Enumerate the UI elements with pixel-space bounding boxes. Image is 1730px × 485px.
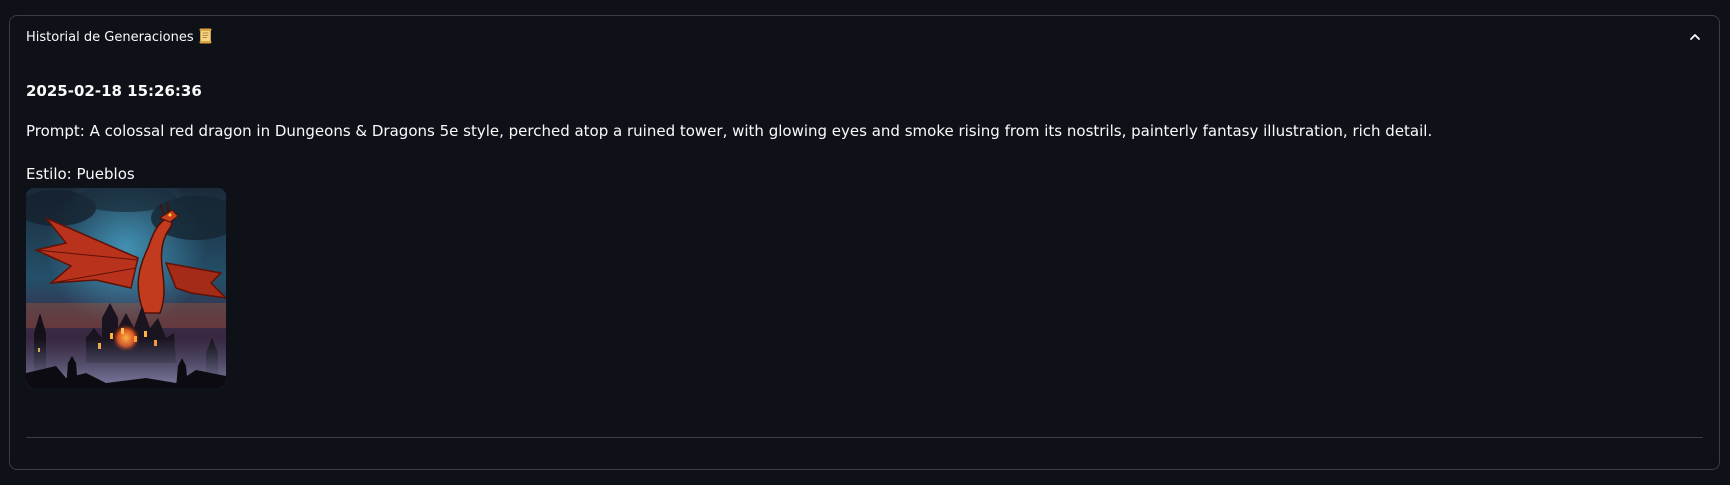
expander-title: Historial de Generaciones [26, 28, 212, 45]
dragon-illustration [26, 188, 226, 388]
chevron-up-icon[interactable] [1687, 29, 1703, 45]
divider [26, 437, 1703, 438]
expander-title-label: Historial de Generaciones [26, 29, 194, 45]
scroll-icon [199, 28, 212, 44]
entry-timestamp: 2025-02-18 15:26:36 [26, 82, 202, 100]
entry-prompt: Prompt: A colossal red dragon in Dungeon… [26, 122, 1433, 140]
expander-header[interactable]: Historial de Generaciones [10, 16, 1719, 60]
history-expander: Historial de Generaciones 2025-02-18 15:… [9, 15, 1720, 470]
generated-image[interactable] [26, 188, 226, 388]
entry-style: Estilo: Pueblos [26, 165, 135, 183]
